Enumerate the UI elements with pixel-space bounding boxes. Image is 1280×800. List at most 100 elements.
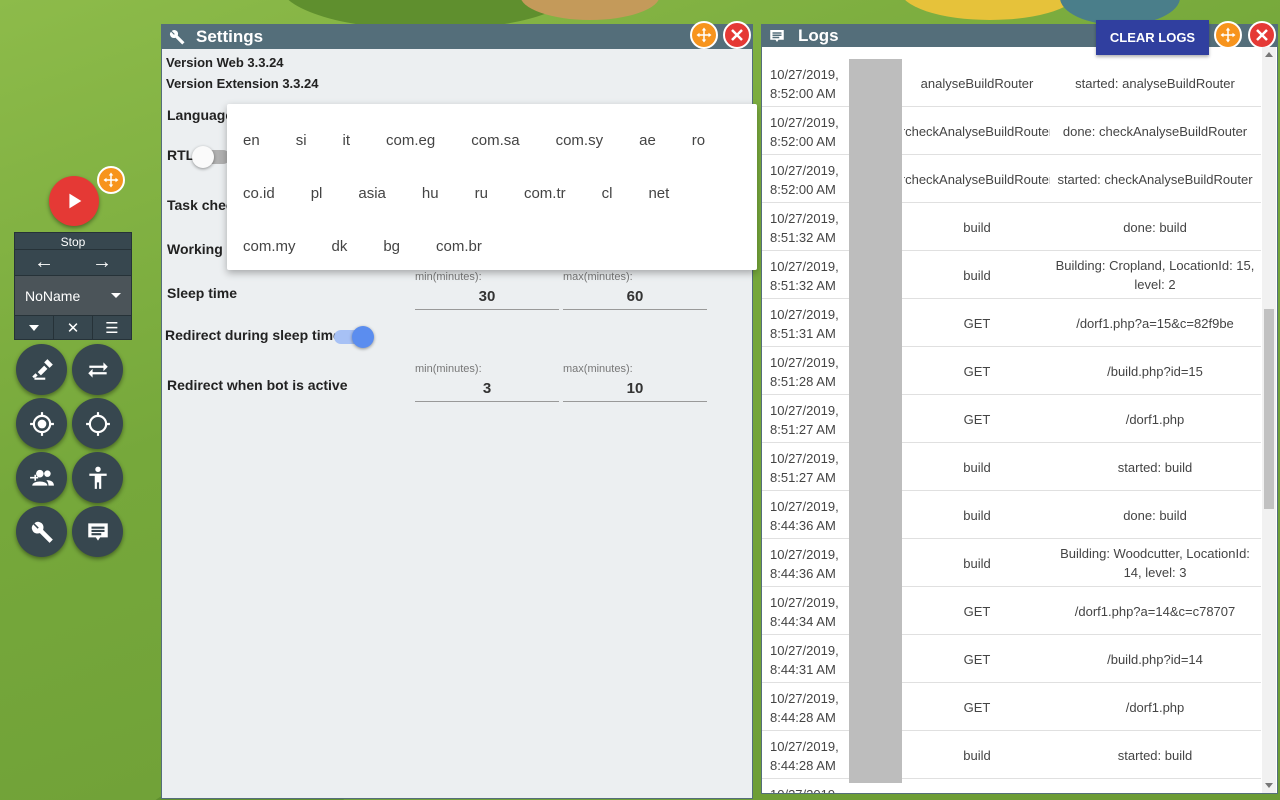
log-message: done: build [1123, 219, 1187, 235]
language-option[interactable]: dk [328, 230, 348, 283]
log-type: GET [963, 699, 991, 715]
logs-move-handle-icon[interactable] [1214, 21, 1242, 49]
log-row: 10/27/2019, 8:51:28 AM GET/build.php?id=1… [762, 347, 1261, 395]
logs-close-icon[interactable] [1248, 21, 1276, 49]
next-arrow-icon[interactable]: → [73, 250, 131, 275]
language-option[interactable]: net [644, 177, 669, 230]
language-option[interactable]: bg [379, 230, 400, 283]
log-message: /dorf1.php?a=14&c=c78707 [1074, 603, 1236, 619]
log-date: 10/27/2019, 8:51:32 AM [770, 211, 839, 245]
target-icon[interactable] [72, 398, 123, 449]
redirect-sleep-toggle[interactable] [334, 326, 374, 348]
log-message: started: checkAnalyseBuildRouter [1057, 171, 1253, 187]
log-row: 10/27/2019, 8:52:00 AM rcheckAnalyseBuild… [762, 107, 1261, 155]
rtl-label: RTL [167, 147, 195, 163]
scroll-down-icon[interactable] [1265, 783, 1273, 788]
log-row: 10/27/2019, 8:51:31 AM GET/dorf1.php?a=15… [762, 299, 1261, 347]
log-date: 10/27/2019, 8:51:27 AM [770, 403, 839, 437]
play-button[interactable] [49, 176, 99, 226]
log-message: /build.php?id=15 [1107, 363, 1203, 379]
log-type [904, 779, 1050, 793]
rtl-toggle[interactable] [192, 146, 230, 168]
log-message: /dorf1.php [1125, 699, 1185, 715]
language-option[interactable]: com.sy [552, 124, 604, 177]
language-option[interactable]: com.tr [520, 177, 566, 230]
target-filled-icon[interactable] [16, 398, 67, 449]
log-row: 10/27/2019, 8:52:00 AM analyseBuildRouter… [762, 59, 1261, 107]
sleep-time-label: Sleep time [167, 285, 238, 301]
profile-name: NoName [25, 287, 81, 304]
language-option[interactable]: pl [307, 177, 323, 230]
move-handle-icon[interactable] [97, 166, 125, 194]
field-value: 3 [482, 380, 492, 397]
log-table: 10/27/2019, 8:52:00 AM analyseBuildRouter… [762, 59, 1261, 793]
scroll-thumb[interactable] [1264, 309, 1274, 509]
language-option[interactable]: com.sa [467, 124, 519, 177]
add-group-icon[interactable] [16, 452, 67, 503]
redirect-max-field[interactable]: max(minutes): 10 [563, 363, 707, 402]
clear-logs-button[interactable]: CLEAR LOGS [1096, 20, 1209, 55]
logs-icon[interactable] [72, 506, 123, 557]
list-icon[interactable]: ☰ [93, 316, 131, 339]
field-value: 60 [626, 288, 644, 305]
log-type: build [963, 507, 991, 523]
language-row: co.id pl asia hu ru com.tr cl net [239, 177, 745, 230]
log-type: build [963, 747, 991, 763]
chevron-down-icon [111, 293, 121, 298]
redirect-sleep-label: Redirect during sleep time [165, 327, 341, 343]
language-option[interactable]: en [239, 124, 260, 177]
log-message: Building: Cropland, LocationId: 15, leve… [1055, 258, 1255, 292]
log-row: 10/27/2019, 8:44:36 AM build Building: Woo… [762, 539, 1261, 587]
swap-icon[interactable] [72, 344, 123, 395]
scroll-up-icon[interactable] [1265, 52, 1273, 57]
log-row: 10/27/2019, 8:51:27 AM build started: buil… [762, 443, 1261, 491]
log-date: 10/27/2019, 8:44:36 AM [770, 499, 839, 533]
log-date: 10/27/2019, 8:51:28 AM [770, 355, 839, 389]
wrench-icon [166, 26, 188, 48]
language-option[interactable]: asia [354, 177, 386, 230]
log-date: 10/27/2019, 8:44:34 AM [770, 595, 839, 629]
language-option[interactable]: cl [598, 177, 613, 230]
person-icon[interactable] [72, 452, 123, 503]
language-option[interactable]: it [339, 124, 351, 177]
language-option[interactable]: com.br [432, 230, 482, 283]
wrench-icon[interactable] [16, 506, 67, 557]
log-type: build [963, 219, 991, 235]
log-date: 10/27/2019, 8:44:28 AM [770, 691, 839, 725]
settings-close-icon[interactable] [723, 21, 751, 49]
log-message: /dorf1.php [1125, 411, 1185, 427]
settings-header[interactable]: Settings [162, 25, 752, 49]
profile-select[interactable]: NoName [14, 276, 132, 316]
log-row: 10/27/2019, 8:51:32 AM build done: build [762, 203, 1261, 251]
redirect-min-field[interactable]: min(minutes): 3 [415, 363, 559, 402]
log-message: done: checkAnalyseBuildRouter [1062, 123, 1248, 139]
log-type: GET [963, 315, 991, 331]
log-message: started: build [1117, 459, 1193, 475]
log-type: GET [963, 363, 991, 379]
log-message: Building: Woodcutter, LocationId: 14, le… [1060, 546, 1250, 580]
language-option[interactable]: ru [471, 177, 488, 230]
log-type: GET [963, 651, 991, 667]
hidden-column [849, 59, 902, 783]
field-label: min(minutes): [415, 363, 482, 375]
collapse-icon[interactable] [15, 316, 54, 339]
logs-title: Logs [798, 26, 839, 45]
language-option[interactable]: hu [418, 177, 439, 230]
language-option[interactable]: si [292, 124, 307, 177]
settings-move-handle-icon[interactable] [690, 21, 718, 49]
language-label: Language [167, 107, 234, 123]
log-message: /build.php?id=14 [1107, 651, 1203, 667]
close-icon[interactable]: ✕ [54, 316, 93, 339]
log-type: analyseBuildRouter [920, 75, 1034, 91]
previous-arrow-icon[interactable]: ← [15, 250, 73, 275]
logs-scrollbar[interactable] [1262, 47, 1276, 793]
language-option[interactable]: co.id [239, 177, 275, 230]
stop-status-label: Stop [14, 232, 132, 250]
language-row: com.my dk bg com.br [239, 230, 745, 283]
hammer-icon[interactable] [16, 344, 67, 395]
language-option[interactable]: com.my [239, 230, 296, 283]
language-option[interactable]: ae [635, 124, 656, 177]
language-option[interactable]: ro [688, 124, 705, 177]
language-option[interactable]: com.eg [382, 124, 435, 177]
settings-title: Settings [196, 27, 264, 46]
